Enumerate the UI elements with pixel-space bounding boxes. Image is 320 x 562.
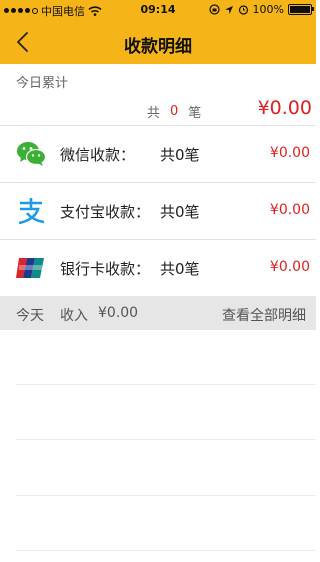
battery-percent: 100% <box>252 3 284 16</box>
payment-label: 银行卡收款： <box>60 260 151 278</box>
payment-amount: ¥0.00 <box>269 259 310 275</box>
payment-label: 微信收款： <box>60 146 136 164</box>
payment-row-unionpay[interactable]: 银行卡收款： 共0笔 ¥0.00 <box>0 240 316 296</box>
payment-row-alipay[interactable]: 支付宝收款： 共0笔 ¥0.00 <box>0 183 316 239</box>
summary-count-suffix: 笔 <box>188 106 202 121</box>
navigation-bar: 收款明细 <box>0 20 316 64</box>
today-summary-bar: 今天 收入 ¥0.00 查看全部明细 <box>0 296 316 330</box>
payment-label: 支付宝收款： <box>60 203 151 221</box>
alipay-icon <box>18 198 45 225</box>
summary-count-prefix: 共 <box>147 106 161 121</box>
summary-amount: ¥0.00 <box>257 97 312 119</box>
today-total: ¥0.00 <box>98 305 139 321</box>
payment-amount: ¥0.00 <box>269 145 310 161</box>
today-label: 今天 <box>16 308 44 324</box>
summary-count: 共 0 笔 <box>147 102 201 121</box>
empty-list-divider <box>16 550 316 551</box>
battery-icon <box>288 4 314 15</box>
battery-fill <box>290 6 310 13</box>
payment-count: 共0笔 <box>160 260 200 278</box>
location-icon <box>224 5 233 14</box>
payment-amount: ¥0.00 <box>269 202 310 218</box>
page-title: 收款明细 <box>124 37 192 57</box>
summary-count-value: 0 <box>170 104 179 119</box>
wechat-icon <box>17 142 46 166</box>
alarm-icon <box>238 5 248 15</box>
status-bar: 中国电信 09:14 100% <box>0 0 316 20</box>
payment-count: 共0笔 <box>160 146 200 164</box>
income-label: 收入 <box>60 308 88 324</box>
status-indicators: 100% <box>208 3 314 16</box>
orientation-lock-icon <box>208 4 220 15</box>
view-all-details-link[interactable]: 查看全部明细 <box>222 305 306 325</box>
empty-list-divider <box>16 384 316 385</box>
summary-label: 今日累计 <box>16 76 69 91</box>
empty-list-divider <box>16 495 316 496</box>
unionpay-icon <box>16 258 44 278</box>
payment-count: 共0笔 <box>160 203 200 221</box>
payment-row-wechat[interactable]: 微信收款： 共0笔 ¥0.00 <box>0 126 316 182</box>
empty-list-divider <box>16 439 316 440</box>
